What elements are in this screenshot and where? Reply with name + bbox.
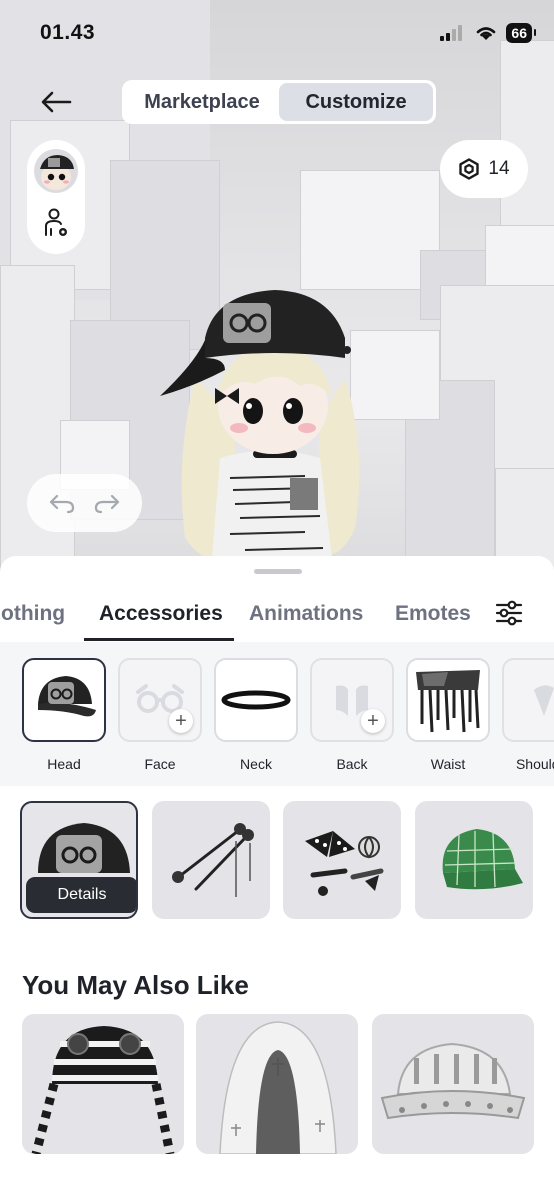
slot-thumbnail: + (310, 658, 394, 742)
tab-emotes[interactable]: Emotes (395, 602, 471, 626)
tab-accessories[interactable]: Accessories (99, 602, 223, 626)
battery-indicator: 66 (506, 23, 536, 43)
undo-redo-controls (27, 474, 142, 532)
marketplace-customize-toggle: Marketplace Customize (122, 80, 436, 124)
equipped-items-grid: Details (0, 800, 554, 920)
recommendations-row (0, 1014, 554, 1199)
slot-label: Neck (240, 756, 272, 772)
slot-label: Waist (430, 756, 466, 772)
slot-head[interactable]: Head (22, 658, 106, 772)
scene-block (300, 170, 440, 290)
slot-thumbnail: + (118, 658, 202, 742)
avatar-face-icon (40, 155, 74, 190)
redo-icon[interactable] (93, 491, 121, 515)
slot-label: Shoulder (515, 756, 554, 772)
bows-clips-icon (305, 831, 384, 896)
avatar-settings-icon[interactable] (41, 207, 71, 239)
item-green-cap[interactable] (415, 801, 533, 919)
robux-balance-button[interactable]: 14 (440, 140, 528, 198)
status-icons: 66 (440, 22, 536, 44)
slot-label: Back (336, 756, 368, 772)
robux-amount: 14 (488, 158, 510, 179)
item-hair-pins[interactable] (152, 801, 270, 919)
rec-white-studded-cap[interactable] (372, 1014, 534, 1154)
add-icon: + (361, 709, 385, 733)
marketplace-segment[interactable]: Marketplace (125, 83, 279, 121)
slot-thumbnail (406, 658, 490, 742)
white-studded-cap-icon (380, 1042, 526, 1120)
details-button[interactable]: Details (26, 877, 136, 913)
slot-label: Head (47, 756, 81, 772)
white-veil-icon (219, 1021, 337, 1154)
item-bows-clips[interactable] (283, 801, 401, 919)
slot-thumbnail (502, 658, 554, 742)
robux-icon (459, 158, 480, 180)
back-arrow-icon[interactable] (38, 88, 74, 116)
section-title: You May Also Like (22, 970, 249, 1000)
avatar-preview-scene[interactable]: 01.43 66 Marketplace Customize 14 (0, 0, 554, 580)
tab-animations[interactable]: Animations (249, 602, 363, 626)
avatar-thumbnail[interactable] (34, 149, 78, 193)
avatar-character[interactable] (155, 278, 385, 580)
sheet-drag-handle[interactable] (254, 569, 302, 574)
item-black-cap[interactable]: Details (20, 801, 138, 919)
hair-pins-icon (172, 823, 254, 897)
active-tab-indicator (84, 638, 234, 641)
wifi-icon (477, 27, 496, 40)
slot-shoulder[interactable]: Shoulder (502, 658, 554, 772)
striped-beanie-icon (31, 1026, 175, 1154)
slot-waist[interactable]: Waist (406, 658, 490, 772)
status-time: 01.43 (40, 21, 96, 44)
slot-neck[interactable]: Neck (214, 658, 298, 772)
rec-striped-beanie[interactable] (22, 1014, 184, 1154)
slot-face[interactable]: + Face (118, 658, 202, 772)
slot-thumbnail (214, 658, 298, 742)
shoulder-icon (534, 685, 554, 716)
add-icon: + (169, 709, 193, 733)
undo-icon[interactable] (48, 491, 76, 515)
accessory-slot-row: Head + Face Neck + Back Waist Shoul (0, 642, 554, 786)
slot-label: Face (144, 756, 176, 772)
slot-back[interactable]: + Back (310, 658, 394, 772)
green-plaid-cap-icon (442, 829, 523, 890)
belt-thumbnail-icon (416, 670, 480, 733)
avatar-switcher (27, 140, 85, 254)
cellular-signal-icon (440, 25, 463, 41)
category-tabs: Clothing Accessories Animations Emotes (0, 592, 554, 642)
filter-sliders-icon[interactable] (494, 598, 524, 628)
tab-clothing[interactable]: Clothing (0, 602, 65, 626)
choker-thumbnail-icon (221, 690, 291, 710)
customize-segment[interactable]: Customize (279, 83, 433, 121)
slot-thumbnail (22, 658, 106, 742)
rec-white-veil[interactable] (196, 1014, 358, 1154)
customize-sheet: Clothing Accessories Animations Emotes (0, 556, 554, 1199)
cap-thumbnail-icon (38, 676, 96, 717)
